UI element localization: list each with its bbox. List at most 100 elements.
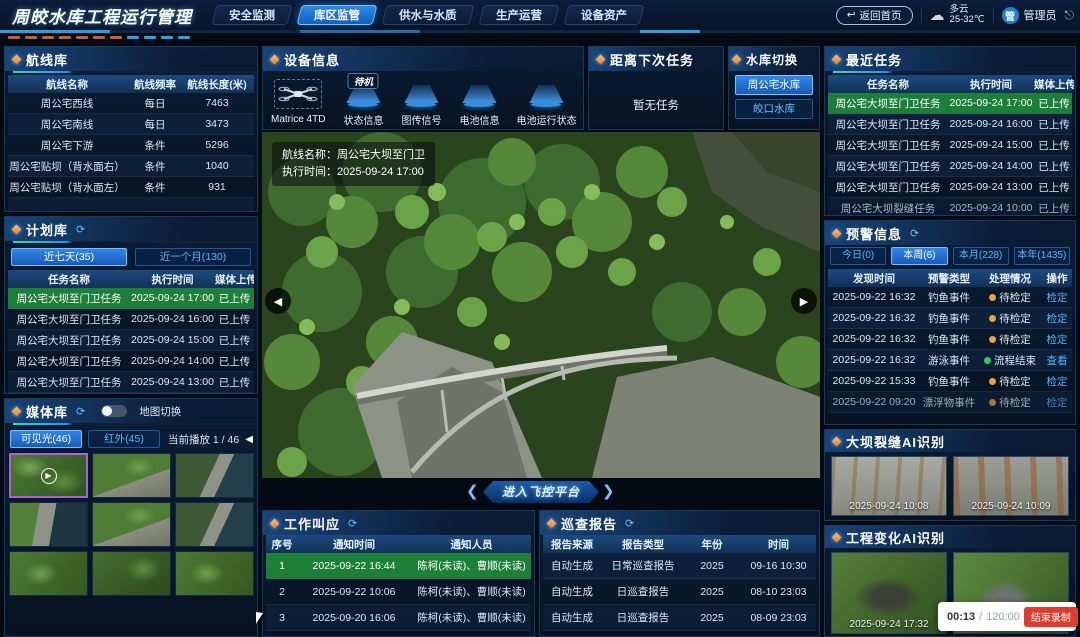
map-toggle-switch[interactable] [101, 405, 127, 417]
signal-info-item[interactable]: 图传信号 [401, 79, 441, 127]
user-menu[interactable]: 管 管理员 [1002, 7, 1057, 24]
verify-link[interactable]: 检定 [1042, 332, 1072, 347]
video-prev-icon[interactable]: ◀ [265, 288, 291, 314]
back-home-button[interactable]: ↩ 返回首页 [836, 6, 913, 25]
tab-today[interactable]: 今日(0) [830, 247, 886, 265]
battery-status-item[interactable]: 电池运行状态 [517, 79, 575, 127]
table-row-selected[interactable]: 周公宅大坝至门卫任务2025-09-24 17:00已上传 [8, 288, 254, 309]
table-row[interactable]: 周公宅南线每日3473 [8, 114, 254, 135]
tab-this-week[interactable]: 本周(6) [891, 247, 947, 265]
nav-tab-assets[interactable]: 设备资产 [563, 5, 644, 25]
media-thumbnail[interactable] [92, 453, 171, 498]
main-nav: 安全监测 库区监管 供水与水质 生产运营 设备资产 [214, 5, 642, 25]
media-tabs: 可见光(46) 红外(45) 当前播放 1 / 46 ◀ ▶ [5, 427, 257, 451]
table-row-selected[interactable]: 周公宅大坝至门卫任务2025-09-24 17:00已上传 [828, 93, 1072, 114]
panel-arrow-icon [12, 406, 22, 416]
verify-link[interactable]: 检定 [1042, 290, 1072, 305]
nav-tab-reservoir-area[interactable]: 库区监管 [297, 5, 378, 25]
table-row[interactable]: 周公宅大坝至门卫任务2025-09-24 14:00已上传 [828, 156, 1072, 177]
image-timestamp: 2025-09-24 10:09 [954, 501, 1068, 512]
pedestal-icon [529, 85, 563, 107]
crack-image[interactable]: 2025-09-24 10:08 [831, 456, 947, 516]
crack-image[interactable]: 2025-09-24 10:09 [953, 456, 1069, 516]
header-decoration-line [0, 30, 1080, 33]
table-row[interactable]: 周公宅大坝至门卫任务2025-09-24 13:00已上传 [828, 177, 1072, 198]
battery-info-item[interactable]: 电池信息 [459, 79, 499, 127]
video-next-icon[interactable]: ▶ [791, 288, 817, 314]
alert-row[interactable]: 2025-09-22 16:32钓鱼事件 待检定 检定 [828, 287, 1072, 308]
table-row[interactable]: 周公宅大坝至门卫任务2025-09-24 16:00已上传 [828, 114, 1072, 135]
table-row[interactable]: 周公宅大坝裂缝任务2025-09-24 10:00已上传 [828, 198, 1072, 216]
media-thumbnail[interactable] [92, 551, 171, 596]
alert-row[interactable]: 2025-09-22 16:32钓鱼事件 待检定 检定 [828, 308, 1072, 329]
prev-media-icon[interactable]: ◀ [245, 434, 253, 445]
alert-tabs: 今日(0) 本周(6) 本月(228) 本年(1435) [825, 245, 1075, 269]
table-row[interactable]: 周公宅大坝至门卫任务2025-09-24 13:00已上传 [8, 372, 254, 393]
table-row[interactable]: 周公宅贴坝（背水面右）条件1040 [8, 156, 254, 177]
video-exec-time: 执行时间：2025-09-24 17:00 [282, 164, 425, 181]
table-row[interactable]: 自动生成日常巡查报告202509-16 10:30 [543, 553, 816, 579]
table-row[interactable]: 周公宅大坝至门卫任务2025-09-24 15:00已上传 [8, 330, 254, 351]
table-row-selected[interactable]: 12025-09-22 16:44陈柯(未读)、曹顺(未读) [266, 553, 531, 579]
status-info-item[interactable]: 待机 状态信息 [343, 79, 383, 127]
history-icon: ⟳ [76, 223, 85, 236]
logout-icon[interactable]: ⎋ [1065, 8, 1075, 23]
dam-crack-ai-panel: 大坝裂缝AI识别 2025-09-24 10:08 2025-09-24 10:… [824, 429, 1076, 521]
table-row[interactable]: 自动生成日巡查报告202508-10 23:03 [543, 579, 816, 605]
decoration-dashes [8, 36, 190, 39]
reservoir-option-jiaokou[interactable]: 皎口水库 [735, 99, 813, 119]
stop-recording-button[interactable]: 结束录制 [1024, 607, 1078, 627]
drone-video-feed[interactable]: 航线名称：周公宅大坝至门卫 执行时间：2025-09-24 17:00 ◀ ▶ [262, 132, 820, 478]
panel-arrow-icon [832, 436, 842, 446]
nav-tab-safety[interactable]: 安全监测 [212, 5, 293, 25]
reservoir-switch-panel: 水库切换 周公宅水库 皎口水库 [728, 46, 820, 130]
enter-flight-platform-button[interactable]: 进入飞控平台 [483, 481, 599, 503]
panel-header: 巡查报告 ⟳ [540, 511, 819, 535]
alert-row[interactable]: 2025-09-22 16:32游泳事件 流程结束 查看 [828, 350, 1072, 371]
nav-tab-water-supply[interactable]: 供水与水质 [382, 5, 474, 25]
back-arrow-icon: ↩ [847, 9, 856, 21]
alert-row[interactable]: 2025-09-22 09:20漂浮物事件 待检定 检定 [828, 392, 1072, 413]
nav-tab-operations[interactable]: 生产运营 [478, 5, 559, 25]
drone-device[interactable]: Matrice 4TD [271, 79, 325, 125]
table-row[interactable]: 22025-09-22 10:06陈柯(未读)、曹顺(未读) [266, 579, 531, 605]
tab-last-7-days[interactable]: 近七天(35) [11, 248, 127, 266]
table-row[interactable]: 周公宅大坝至门卫任务2025-09-24 16:00已上传 [8, 309, 254, 330]
table-row[interactable]: 周公宅西线每日7463 [8, 93, 254, 114]
table-row[interactable]: 周公宅大坝至门卫任务2025-09-24 15:00已上传 [828, 135, 1072, 156]
weather-widget: ☁ 多云 25-32℃ [930, 5, 985, 25]
table-row[interactable]: 32025-09-20 16:06陈柯(未读)、曹顺(未读) [266, 605, 531, 631]
media-thumbnail-selected[interactable]: ▶ [9, 453, 88, 498]
change-image[interactable]: 2025-09-24 17:32 [831, 552, 947, 634]
panel-title: 最近任务 [846, 50, 902, 69]
table-row[interactable]: 周公宅贴坝（背水面左）条件931 [8, 177, 254, 198]
device-name: Matrice 4TD [271, 114, 325, 125]
verify-link[interactable]: 检定 [1042, 311, 1072, 326]
tab-last-month[interactable]: 近一个月(130) [135, 248, 251, 266]
table-row[interactable]: 周公宅下游条件5296 [8, 135, 254, 156]
verify-link[interactable]: 检定 [1042, 395, 1072, 410]
table-row[interactable]: 自动生成日巡查报告202508-09 23:03 [543, 605, 816, 631]
table-row[interactable]: 周公宅大坝至门卫任务2025-09-24 14:00已上传 [8, 351, 254, 372]
tab-visible-light[interactable]: 可见光(46) [10, 430, 82, 448]
media-thumbnail[interactable] [9, 502, 88, 547]
panel-arrow-icon [547, 518, 557, 528]
view-link[interactable]: 查看 [1042, 353, 1072, 368]
verify-link[interactable]: 检定 [1042, 374, 1072, 389]
media-thumbnail[interactable] [92, 502, 171, 547]
tab-this-year[interactable]: 本年(1435) [1014, 247, 1070, 265]
media-thumbnail[interactable] [175, 551, 254, 596]
tab-infrared[interactable]: 红外(45) [88, 430, 160, 448]
plan-tabs: 近七天(35) 近一个月(130) [5, 245, 257, 270]
plan-table-header: 任务名称 执行时间 媒体上传 [8, 270, 254, 288]
video-info-overlay: 航线名称：周公宅大坝至门卫 执行时间：2025-09-24 17:00 [272, 142, 435, 186]
media-thumbnail[interactable] [9, 551, 88, 596]
alert-row[interactable]: 2025-09-22 15:33钓鱼事件 待检定 检定 [828, 371, 1072, 392]
panel-header: 距离下次任务 [589, 47, 723, 71]
panel-arrow-icon [732, 54, 742, 64]
tab-this-month[interactable]: 本月(228) [953, 247, 1009, 265]
media-thumbnail[interactable] [175, 502, 254, 547]
alert-row[interactable]: 2025-09-22 16:32钓鱼事件 待检定 检定 [828, 329, 1072, 350]
reservoir-option-zhougongzhai[interactable]: 周公宅水库 [735, 75, 813, 95]
media-thumbnail[interactable] [175, 453, 254, 498]
